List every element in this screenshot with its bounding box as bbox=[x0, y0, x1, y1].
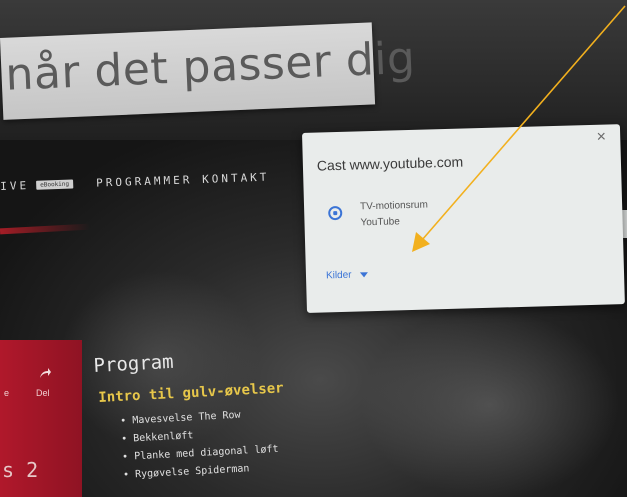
cast-sink-status: YouTube bbox=[360, 216, 400, 229]
nav-item-kontakt[interactable]: KONTAKT bbox=[202, 171, 270, 186]
chevron-down-icon bbox=[359, 271, 368, 277]
sources-dropdown[interactable]: Kilder bbox=[326, 264, 368, 285]
exercise-list: Mavesvelse The Row Bekkenløft Planke med… bbox=[120, 408, 280, 488]
list-item[interactable]: Bekkenløft bbox=[121, 426, 278, 445]
page-fragment: s 2 bbox=[2, 458, 39, 482]
sticker-label: når det passer dig bbox=[0, 22, 416, 120]
cast-stop-icon[interactable] bbox=[328, 205, 343, 221]
share-icon[interactable] bbox=[38, 366, 52, 380]
list-item[interactable]: Rygøvelse Spiderman bbox=[123, 462, 280, 481]
cast-sink-name: TV-motionsrum bbox=[359, 199, 429, 213]
side-panel-label: e bbox=[4, 388, 10, 398]
cast-dialog: Cast www.youtube.com × TV-motionsrum You… bbox=[302, 124, 625, 313]
nav-item-programmer[interactable]: PROGRAMMER bbox=[96, 173, 193, 189]
cast-dialog-title: Cast www.youtube.com bbox=[316, 153, 464, 174]
program-title: Program bbox=[93, 350, 175, 377]
list-item[interactable]: Planke med diagonal løft bbox=[122, 444, 279, 463]
sources-label: Kilder bbox=[325, 269, 352, 281]
nav-item-fragment[interactable]: IVE bbox=[0, 179, 29, 193]
photo-background: når det passer dig IVE eBooking PROGRAMM… bbox=[0, 0, 627, 497]
gym-photo-shadow bbox=[360, 310, 620, 497]
close-icon[interactable]: × bbox=[594, 129, 608, 146]
share-label[interactable]: Del bbox=[36, 388, 50, 398]
ebooking-badge[interactable]: eBooking bbox=[36, 179, 74, 190]
sticker-text: når det passer dig bbox=[4, 32, 417, 101]
side-share-panel: e Del s 2 bbox=[0, 340, 82, 497]
cast-sink-item[interactable]: TV-motionsrum YouTube bbox=[314, 191, 515, 237]
